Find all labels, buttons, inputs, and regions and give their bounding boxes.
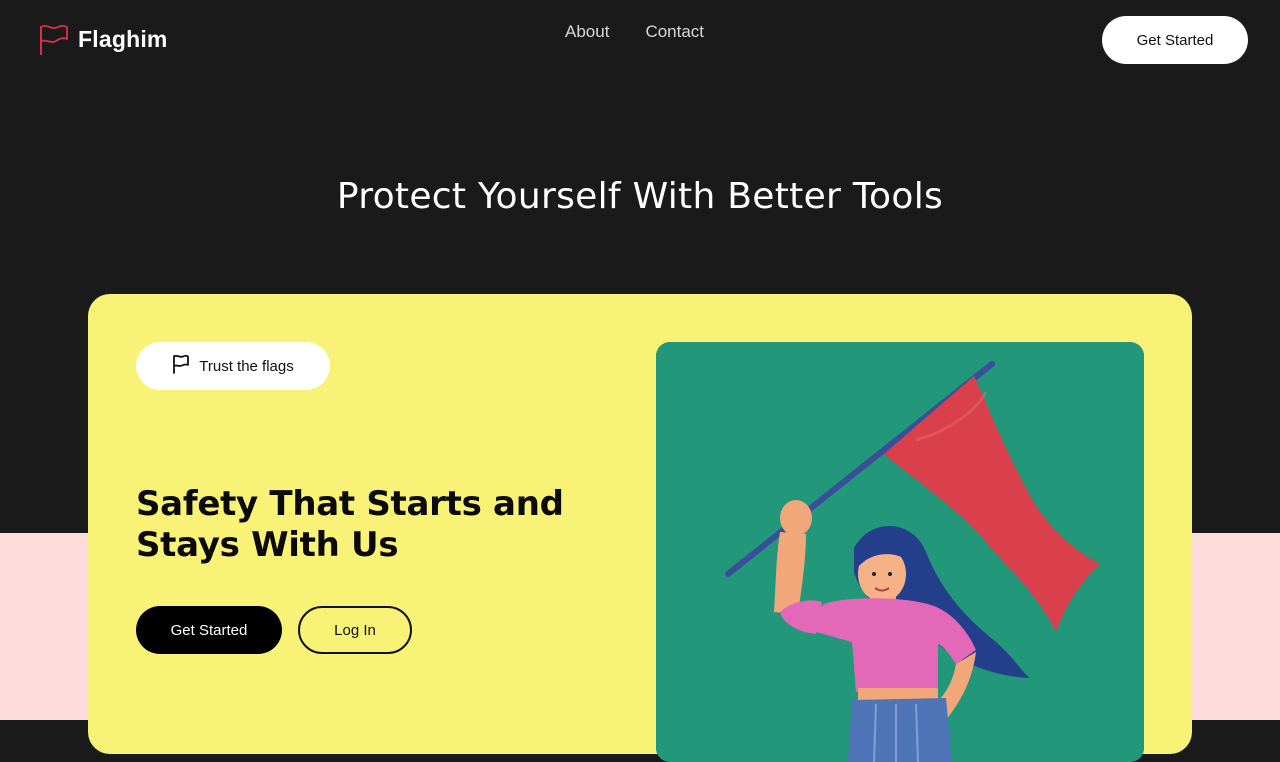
woman-with-flag-illustration [656, 342, 1144, 762]
nav-link-contact[interactable]: Contact [645, 22, 704, 42]
main-nav: About Contact [565, 22, 704, 42]
brand-logo[interactable]: Flaghim [38, 22, 168, 56]
hero-card: Trust the flags Safety That Starts and S… [88, 294, 1192, 762]
flag-logo-icon [38, 22, 70, 56]
card-title: Safety That Starts and Stays With Us [136, 484, 564, 565]
brand-name: Flaghim [78, 25, 168, 52]
flag-icon [172, 354, 190, 378]
nav-link-about[interactable]: About [565, 22, 609, 42]
hero-illustration [656, 342, 1144, 762]
get-started-button[interactable]: Get Started [136, 606, 282, 654]
trust-badge-label: Trust the flags [199, 357, 294, 375]
log-in-button[interactable]: Log In [298, 606, 412, 654]
hero-heading: Protect Yourself With Better Tools [336, 176, 944, 217]
header-get-started-button[interactable]: Get Started [1102, 16, 1248, 64]
trust-badge[interactable]: Trust the flags [136, 342, 330, 390]
